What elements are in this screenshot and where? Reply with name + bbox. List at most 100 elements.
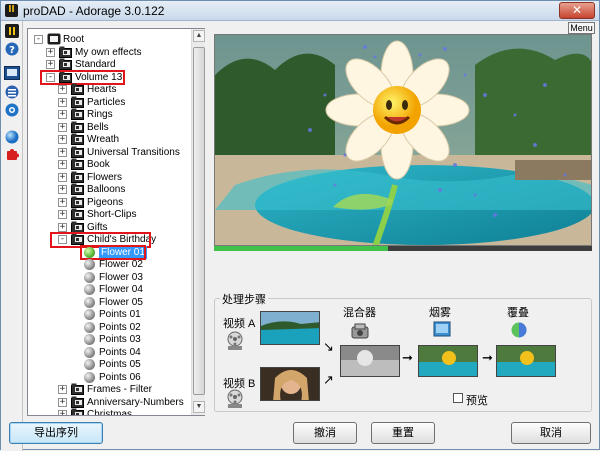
tree-item[interactable]: + My own effects <box>28 46 188 59</box>
expand-icon[interactable]: + <box>58 197 67 207</box>
tree-item[interactable]: Points 04 <box>28 346 188 359</box>
close-button[interactable]: ✕ <box>559 2 595 19</box>
arrow-b-icon: ↗ <box>323 373 334 388</box>
expand-icon[interactable]: + <box>46 47 55 57</box>
mixer-label: 混合器 <box>343 307 376 319</box>
video-b-thumbnail[interactable] <box>260 367 320 401</box>
tree-item-label: Pigeons <box>87 196 124 208</box>
expand-icon[interactable]: + <box>58 210 67 219</box>
tree-scrollbar[interactable]: ▲ ▼ <box>191 29 205 415</box>
settings-icon[interactable] <box>4 102 20 118</box>
effect-list-icon[interactable] <box>4 84 20 100</box>
tree-item[interactable]: - Root <box>28 33 188 46</box>
tree-item[interactable]: + Rings <box>28 108 188 121</box>
expand-icon[interactable]: + <box>58 160 67 169</box>
tree-item[interactable]: + Bells <box>28 121 188 134</box>
tree-item[interactable]: Flower 04 <box>28 283 188 296</box>
tree-item[interactable]: Flower 03 <box>28 271 188 284</box>
expand-icon[interactable]: + <box>58 410 67 415</box>
expand-icon[interactable]: + <box>58 222 67 232</box>
tree-item-label: Frames - Filter <box>87 384 152 395</box>
tree-item[interactable]: + Wreath <box>28 133 188 146</box>
tree-item[interactable]: + Particles <box>28 96 188 109</box>
reset-button[interactable]: 重置 <box>371 422 435 444</box>
cancel-button[interactable]: 取消 <box>511 422 591 444</box>
tree-item[interactable]: Flower 05 <box>28 296 188 309</box>
tree-item[interactable]: + Flowers <box>28 171 188 184</box>
menu-button[interactable]: Menu <box>568 22 595 34</box>
folder-icon <box>71 208 84 220</box>
effect-preset-icon <box>84 371 95 383</box>
tree-item[interactable]: Points 01 <box>28 308 188 321</box>
preview-progress-fill <box>214 246 388 251</box>
root-folder-icon <box>47 33 61 45</box>
smoke-label: 烟雾 <box>429 307 451 319</box>
tree-item-label: Hearts <box>87 84 117 95</box>
expand-icon[interactable]: + <box>58 397 67 407</box>
tree-item[interactable]: + Hearts <box>28 83 188 96</box>
expand-icon[interactable]: + <box>46 60 55 69</box>
help-icon[interactable]: ? <box>4 41 20 57</box>
tree-item[interactable]: Points 06 <box>28 371 188 384</box>
scroll-down-icon[interactable]: ▼ <box>193 401 205 413</box>
folder-icon <box>71 221 84 233</box>
mixer-thumbnail[interactable] <box>340 345 400 377</box>
tree-item[interactable]: Points 05 <box>28 358 188 371</box>
effect-preset-icon <box>84 309 95 320</box>
undo-button[interactable]: 撤消 <box>293 422 357 444</box>
overlay-label: 覆叠 <box>507 307 529 319</box>
tree-item[interactable]: + Frames - Filter <box>28 383 188 396</box>
tree-item[interactable]: + Pigeons <box>28 196 188 209</box>
tree-item[interactable]: + Balloons <box>28 183 188 196</box>
collapse-icon[interactable]: - <box>34 35 43 44</box>
scroll-thumb[interactable] <box>193 47 205 395</box>
folder-icon <box>71 146 84 158</box>
overlay-icon <box>510 321 528 342</box>
tree-item[interactable]: + Universal Transitions <box>28 146 188 159</box>
mixer-icon <box>351 323 369 342</box>
tree-item-label: Short-Clips <box>87 209 137 220</box>
tree-item[interactable]: + Short-Clips <box>28 208 188 221</box>
preview-checkbox[interactable] <box>453 393 463 403</box>
preview-window-icon[interactable] <box>4 65 20 81</box>
scroll-up-icon[interactable]: ▲ <box>193 30 205 42</box>
puzzle-icon[interactable] <box>4 147 20 163</box>
folder-icon <box>71 83 84 95</box>
effect-preset-icon <box>84 346 95 358</box>
tree-item[interactable]: Flower 02 <box>28 258 188 271</box>
window-title: proDAD - Adorage 3.0.122 <box>23 4 165 18</box>
smoke-thumbnail[interactable] <box>418 345 478 377</box>
tree-item[interactable]: + Anniversary-Numbers <box>28 396 188 409</box>
tree-item[interactable]: + Book <box>28 158 188 171</box>
tree-item-label: Flower 04 <box>99 284 143 295</box>
folder-icon <box>71 133 84 145</box>
expand-icon[interactable]: + <box>58 385 67 394</box>
tree-item[interactable]: Points 03 <box>28 333 188 346</box>
tree-item[interactable]: + Christmas <box>28 408 188 415</box>
tree-item-label: Anniversary-Numbers <box>87 396 184 408</box>
expand-icon[interactable]: + <box>58 85 67 94</box>
expand-icon[interactable]: + <box>58 110 67 119</box>
expand-icon[interactable]: + <box>58 135 67 144</box>
video-a-label: 视频 A <box>223 318 256 330</box>
tree-item-label: Flower 02 <box>99 259 143 270</box>
expand-icon[interactable]: + <box>58 97 67 107</box>
overlay-thumbnail[interactable] <box>496 345 556 377</box>
tree-item-label: Points 03 <box>99 334 141 345</box>
app-window: ll proDAD - Adorage 3.0.122 ✕ Menu ? - Ro… <box>0 0 600 451</box>
effect-preset-icon <box>84 321 95 333</box>
effects-tree[interactable]: - Root + My own effects + Standard - Volume 13 +… <box>27 28 205 416</box>
preview-progress-bar[interactable] <box>214 246 592 251</box>
expand-icon[interactable]: + <box>58 122 67 132</box>
app-logo-icon[interactable] <box>4 23 20 39</box>
folder-icon <box>59 46 72 58</box>
expand-icon[interactable]: + <box>58 172 67 182</box>
expand-icon[interactable]: + <box>58 185 67 194</box>
tree-item[interactable]: Points 02 <box>28 321 188 334</box>
globe-icon[interactable] <box>4 129 20 145</box>
video-a-thumbnail[interactable] <box>260 311 320 345</box>
tree-item-label: Points 05 <box>99 359 141 370</box>
folder-icon <box>71 171 84 183</box>
expand-icon[interactable]: + <box>58 147 67 157</box>
export-sequence-button[interactable]: 导出序列 <box>9 422 103 444</box>
